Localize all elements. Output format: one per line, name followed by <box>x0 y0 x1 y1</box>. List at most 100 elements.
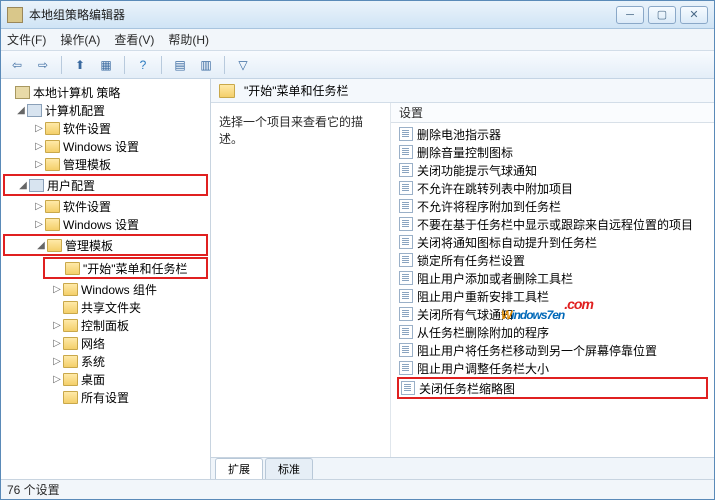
tree-label: Windows 设置 <box>63 216 139 233</box>
policy-doc-icon <box>399 199 413 213</box>
expander-icon[interactable]: ◢ <box>35 240 47 251</box>
menu-file[interactable]: 文件(F) <box>7 31 46 48</box>
content-title: "开始"菜单和任务栏 <box>244 82 349 99</box>
expander-icon[interactable]: ▷ <box>33 219 45 230</box>
expander-icon[interactable]: ▷ <box>33 201 45 212</box>
expander-icon[interactable]: ▷ <box>33 123 45 134</box>
setting-item[interactable]: 锁定所有任务栏设置 <box>391 251 714 269</box>
policy-doc-icon <box>399 253 413 267</box>
policy-doc-icon <box>399 127 413 141</box>
close-button[interactable]: ✕ <box>680 6 708 24</box>
tree-desktop[interactable]: ▷桌面 <box>3 370 208 388</box>
tree-computer-config[interactable]: ◢计算机配置 <box>3 101 208 119</box>
tree-control-panel[interactable]: ▷控制面板 <box>3 316 208 334</box>
menu-help[interactable]: 帮助(H) <box>168 31 209 48</box>
tree-root[interactable]: 本地计算机 策略 <box>3 83 208 101</box>
window-title: 本地组策略编辑器 <box>29 6 616 23</box>
export-button[interactable]: ▤ <box>170 55 190 75</box>
content-pane: "开始"菜单和任务栏 选择一个项目来查看它的描述。 设置 删除电池指示器删除音量… <box>211 79 714 479</box>
expander-icon[interactable]: ◢ <box>15 105 27 116</box>
expander-icon[interactable]: ▷ <box>33 159 45 170</box>
tree-uc-software[interactable]: ▷软件设置 <box>3 197 208 215</box>
expander-icon[interactable]: ▷ <box>33 141 45 152</box>
minimize-button[interactable]: ─ <box>616 6 644 24</box>
computer-icon <box>27 104 42 117</box>
settings-list-pane[interactable]: 设置 删除电池指示器删除音量控制图标关闭功能提示气球通知不允许在跳转列表中附加项… <box>391 103 714 457</box>
show-hide-tree-button[interactable]: ▦ <box>96 55 116 75</box>
expander-icon[interactable]: ◢ <box>17 180 29 191</box>
tree-win-components[interactable]: ▷ Windows 组件 <box>3 280 208 298</box>
setting-label: 不允许将程序附加到任务栏 <box>417 198 561 215</box>
titlebar: 本地组策略编辑器 ─ ▢ ✕ <box>1 1 714 29</box>
up-button[interactable]: ⬆ <box>70 55 90 75</box>
highlight-start-taskbar: "开始"菜单和任务栏 <box>43 257 208 279</box>
back-button[interactable]: ⇦ <box>7 55 27 75</box>
tree-cc-software[interactable]: ▷ 软件设置 <box>3 119 208 137</box>
tree-uc-windows[interactable]: ▷ Windows 设置 <box>3 215 208 233</box>
folder-icon <box>45 200 60 213</box>
menu-action[interactable]: 操作(A) <box>60 31 100 48</box>
user-icon <box>29 179 44 192</box>
folder-icon <box>63 373 78 386</box>
tree-all-settings[interactable]: 所有设置 <box>3 388 208 406</box>
maximize-button[interactable]: ▢ <box>648 6 676 24</box>
tree-label: 管理模板 <box>65 237 113 254</box>
setting-item[interactable]: 阻止用户调整任务栏大小 <box>391 359 714 377</box>
setting-item[interactable]: 关闭将通知图标自动提升到任务栏 <box>391 233 714 251</box>
folder-open-icon <box>65 262 80 275</box>
tree-start-taskbar[interactable]: "开始"菜单和任务栏 <box>47 260 204 276</box>
tree-label: 软件设置 <box>63 120 111 137</box>
setting-item[interactable]: 关闭所有气球通知 <box>391 305 714 323</box>
toolbar-separator <box>124 56 125 74</box>
setting-item[interactable]: 从任务栏删除附加的程序 <box>391 323 714 341</box>
forward-button[interactable]: ⇨ <box>33 55 53 75</box>
help-button[interactable]: ? <box>133 55 153 75</box>
tree-label: 管理模板 <box>63 156 111 173</box>
tree-uc-templates[interactable]: ◢ 管理模板 <box>7 237 204 253</box>
tree-cc-templates[interactable]: ▷ 管理模板 <box>3 155 208 173</box>
setting-item[interactable]: 关闭任务栏缩略图 <box>399 379 706 397</box>
setting-label: 阻止用户重新安排工具栏 <box>417 288 549 305</box>
filter-button[interactable]: ▽ <box>233 55 253 75</box>
setting-item[interactable]: 删除音量控制图标 <box>391 143 714 161</box>
body: 本地计算机 策略 ◢计算机配置 ▷软件设置 ▷Windows 设置 ▷管理模板 … <box>1 79 714 479</box>
setting-item[interactable]: 阻止用户添加或者删除工具栏 <box>391 269 714 287</box>
tree-label: Windows 组件 <box>81 281 157 298</box>
highlight-target-setting: 关闭任务栏缩略图 <box>397 377 708 399</box>
menu-view[interactable]: 查看(V) <box>114 31 154 48</box>
expander-icon[interactable]: ▷ <box>51 356 63 367</box>
toolbar-separator <box>61 56 62 74</box>
tree-shared-folders[interactable]: 共享文件夹 <box>3 298 208 316</box>
policy-doc-icon <box>399 163 413 177</box>
setting-item[interactable]: 阻止用户将任务栏移动到另一个屏幕停靠位置 <box>391 341 714 359</box>
tree-cc-windows[interactable]: ▷Windows 设置 <box>3 137 208 155</box>
tab-standard[interactable]: 标准 <box>265 458 313 479</box>
tree-system[interactable]: ▷ 系统 <box>3 352 208 370</box>
nav-tree[interactable]: 本地计算机 策略 ◢计算机配置 ▷软件设置 ▷Windows 设置 ▷管理模板 … <box>1 79 211 479</box>
setting-item[interactable]: 不要在基于任务栏中显示或跟踪来自远程位置的项目 <box>391 215 714 233</box>
policy-doc-icon <box>399 307 413 321</box>
setting-item[interactable]: 删除电池指示器 <box>391 125 714 143</box>
content-body: 选择一个项目来查看它的描述。 设置 删除电池指示器删除音量控制图标关闭功能提示气… <box>211 103 714 457</box>
tree-user-config[interactable]: ◢ 用户配置 <box>7 177 204 193</box>
setting-item[interactable]: 不允许将程序附加到任务栏 <box>391 197 714 215</box>
expander-icon[interactable]: ▷ <box>51 320 63 331</box>
column-header-setting[interactable]: 设置 <box>391 103 714 123</box>
folder-icon <box>45 140 60 153</box>
setting-label: 阻止用户将任务栏移动到另一个屏幕停靠位置 <box>417 342 657 359</box>
setting-item[interactable]: 不允许在跳转列表中附加项目 <box>391 179 714 197</box>
properties-button[interactable]: ▥ <box>196 55 216 75</box>
tab-extended[interactable]: 扩展 <box>215 458 263 479</box>
tree-network[interactable]: ▷ 网络 <box>3 334 208 352</box>
setting-item[interactable]: 关闭功能提示气球通知 <box>391 161 714 179</box>
tree-label: 系统 <box>81 353 105 370</box>
expander-icon[interactable]: ▷ <box>51 338 63 349</box>
policy-doc-icon <box>399 361 413 375</box>
tree-label: 用户配置 <box>47 177 95 194</box>
policy-icon <box>15 86 30 99</box>
expander-icon[interactable]: ▷ <box>51 284 63 295</box>
expander-icon[interactable]: ▷ <box>51 374 63 385</box>
setting-item[interactable]: 阻止用户重新安排工具栏 <box>391 287 714 305</box>
tree-label: 网络 <box>81 335 105 352</box>
setting-label: 删除音量控制图标 <box>417 144 513 161</box>
